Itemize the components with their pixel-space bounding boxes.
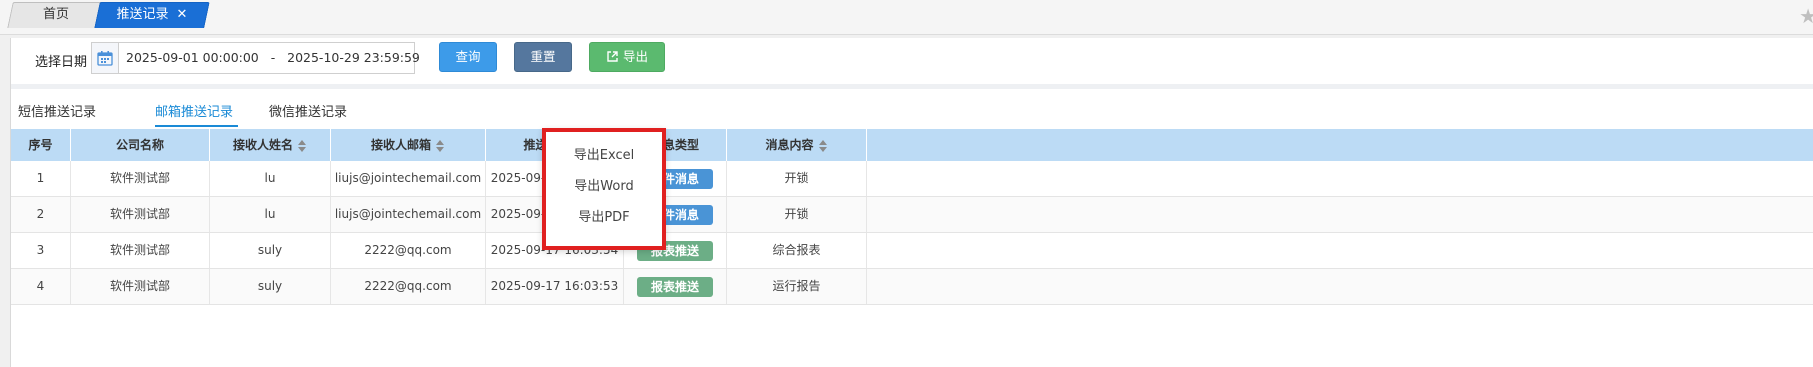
date-range-input[interactable]: 2025-09-01 00:00:00 - 2025-10-29 23:59:5…: [91, 42, 420, 74]
cell-message-content: 开锁: [727, 197, 867, 232]
tab-bar: 首页 推送记录 ✕ ★: [0, 0, 1813, 35]
cell-receiver-email: 2222@qq.com: [331, 269, 486, 304]
cell-message-content: 运行报告: [727, 269, 867, 304]
export-dropdown-menu: 导出Excel 导出Word 导出PDF: [542, 128, 666, 250]
reset-button[interactable]: 重置: [514, 42, 572, 72]
export-button-label: 导出: [622, 49, 648, 64]
cell-receiver-email: 2222@qq.com: [331, 233, 486, 268]
filter-toolbar: 选择日期 2025-09-01 00:00:00 - 2025-10-29 23…: [11, 38, 1813, 84]
cell-message-type: 报表推送: [624, 269, 727, 304]
table-row[interactable]: 1 软件测试部 lu liujs@jointechemail.com 2025-…: [11, 161, 1813, 197]
table-row[interactable]: 4 软件测试部 suly 2222@qq.com 2025-09-17 16:0…: [11, 269, 1813, 305]
date-label: 选择日期: [35, 55, 88, 70]
cell-message-content: 开锁: [727, 161, 867, 196]
tab-push-records[interactable]: 推送记录 ✕: [94, 2, 210, 28]
export-pdf-option[interactable]: 导出PDF: [546, 206, 662, 225]
cell-receiver-name: suly: [210, 269, 331, 304]
col-header-message-content[interactable]: 消息内容: [727, 129, 867, 161]
tab-push-records-label: 推送记录: [116, 7, 169, 22]
date-end: 2025-10-29 23:59:59: [287, 50, 420, 65]
col-header-receiver-name[interactable]: 接收人姓名: [210, 129, 331, 161]
main-panel: 选择日期 2025-09-01 00:00:00 - 2025-10-29 23…: [10, 38, 1813, 367]
cell-no: 3: [11, 233, 71, 268]
cell-no: 1: [11, 161, 71, 196]
cell-receiver-name: lu: [210, 161, 331, 196]
cell-company: 软件测试部: [71, 197, 210, 232]
close-icon[interactable]: ✕: [177, 7, 188, 22]
cell-company: 软件测试部: [71, 161, 210, 196]
record-type-tabs: 短信推送记录 邮箱推送记录 微信推送记录: [11, 89, 1813, 129]
export-word-option[interactable]: 导出Word: [546, 175, 662, 194]
tab-email-records[interactable]: 邮箱推送记录: [155, 101, 233, 120]
cell-receiver-name: lu: [210, 197, 331, 232]
tab-wechat-records[interactable]: 微信推送记录: [269, 101, 347, 120]
cell-message-content: 综合报表: [727, 233, 867, 268]
calendar-icon[interactable]: [92, 43, 119, 73]
cell-push-time: 2025-09-17 16:03:53: [486, 269, 624, 304]
cell-receiver-name: suly: [210, 233, 331, 268]
export-excel-option[interactable]: 导出Excel: [546, 144, 662, 163]
cell-receiver-email: liujs@jointechemail.com: [331, 197, 486, 232]
sort-icon[interactable]: [436, 139, 445, 152]
query-button[interactable]: 查询: [439, 42, 497, 72]
tab-sms-records[interactable]: 短信推送记录: [18, 101, 96, 120]
table-row[interactable]: 2 软件测试部 lu liujs@jointechemail.com 2025-…: [11, 197, 1813, 233]
sort-icon[interactable]: [298, 139, 307, 152]
table-header: 序号 公司名称 接收人姓名 接收人邮箱 推送时间 消息类型 消息内容: [11, 129, 1813, 161]
star-icon[interactable]: ★: [1799, 4, 1813, 28]
cell-no: 2: [11, 197, 71, 232]
col-header-no: 序号: [11, 129, 71, 161]
cell-company: 软件测试部: [71, 233, 210, 268]
sort-icon[interactable]: [818, 139, 828, 152]
cell-receiver-email: liujs@jointechemail.com: [331, 161, 486, 196]
export-button[interactable]: 导出: [589, 42, 665, 72]
col-header-company: 公司名称: [71, 129, 210, 161]
cell-company: 软件测试部: [71, 269, 210, 304]
date-start: 2025-09-01 00:00:00: [126, 50, 259, 65]
date-range-text: 2025-09-01 00:00:00 - 2025-10-29 23:59:5…: [126, 50, 420, 65]
date-separator: -: [270, 50, 276, 65]
status-badge: 报表推送: [636, 276, 713, 297]
cell-no: 4: [11, 269, 71, 304]
tab-home[interactable]: 首页: [7, 2, 105, 28]
table-row[interactable]: 3 软件测试部 suly 2222@qq.com 2025-09-17 16:0…: [11, 233, 1813, 269]
tab-home-label: 首页: [42, 7, 69, 22]
active-tab-indicator: [155, 125, 238, 127]
col-header-receiver-email[interactable]: 接收人邮箱: [331, 129, 486, 161]
export-icon: [607, 51, 618, 62]
